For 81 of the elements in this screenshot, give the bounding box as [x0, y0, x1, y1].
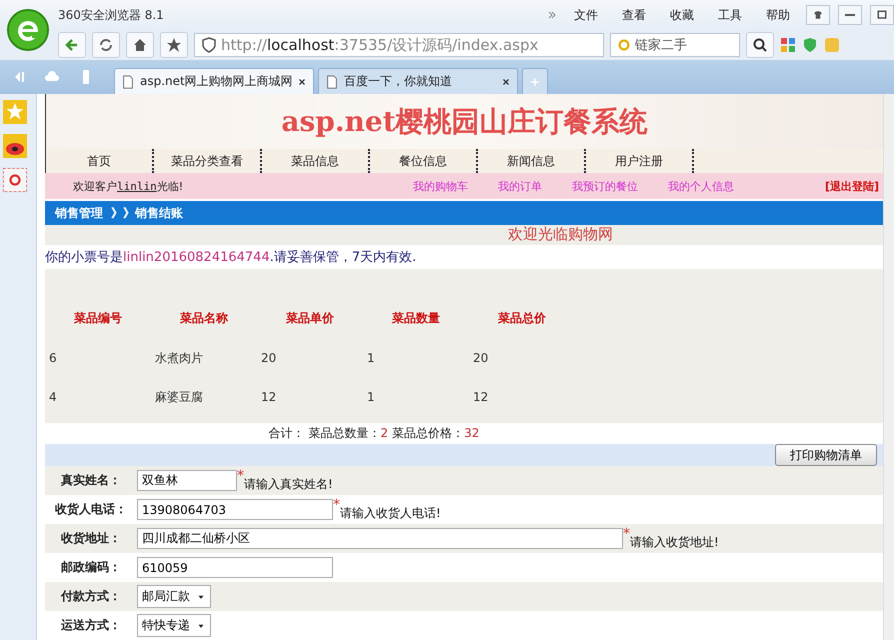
search-button[interactable] [746, 32, 774, 58]
summary-label: 合计： [268, 424, 305, 442]
column-header: 菜品总价 [497, 310, 547, 328]
print-button[interactable]: 打印购物清单 [775, 444, 877, 466]
required-mark: * [623, 526, 630, 542]
site-title: asp.net樱桃园山庄订餐系统 [281, 104, 648, 140]
field-hint: 请输入收货人电话! [340, 505, 441, 522]
dropdown[interactable]: 邮局汇款 [137, 585, 211, 608]
table-cell: 20 [473, 351, 488, 366]
skin-button[interactable] [806, 5, 830, 25]
field-hint: 请输入真实姓名! [244, 476, 333, 493]
refresh-icon [98, 37, 114, 53]
table-cell: 麻婆豆腐 [155, 390, 203, 404]
table-cell: 1 [367, 351, 375, 366]
column-header: 菜品名称 [179, 310, 229, 328]
required-mark: * [237, 468, 244, 484]
search-field[interactable]: 链家二手 [610, 33, 740, 57]
menu-item[interactable]: 帮助 [758, 6, 798, 24]
star-icon [166, 37, 182, 53]
table-cell: 12 [473, 390, 488, 404]
refresh-button[interactable] [92, 32, 120, 58]
favorite-button[interactable] [160, 32, 188, 58]
logout-link[interactable]: [退出登陆] [824, 178, 883, 194]
summary-text: 菜品总价格：32 [392, 424, 480, 442]
address-field[interactable]: http://localhost:37535/设计源码/index.aspx [194, 33, 604, 57]
browser-tab[interactable]: asp.net网上购物网上商城网 [114, 68, 314, 94]
table-cell: 12 [261, 390, 276, 404]
input-field[interactable]: 13908064703 [137, 499, 333, 520]
chevron-icon[interactable] [546, 9, 558, 21]
field-label: 收货人电话： [54, 501, 128, 518]
table-cell: 1 [367, 390, 375, 404]
required-mark: * [333, 497, 340, 513]
close-icon[interactable] [297, 76, 307, 86]
table-cell: 6 [49, 351, 57, 366]
url-text: http://localhost:37535/设计源码/index.aspx [221, 36, 538, 54]
menu-item[interactable]: 收藏 [662, 6, 702, 24]
shirt-icon [812, 9, 824, 21]
field-label: 收货地址： [60, 530, 122, 547]
input-field[interactable]: 四川成都二仙桥小区 [137, 528, 623, 549]
browser-tab[interactable]: 百度一下，你就知道 [318, 68, 518, 94]
home-button[interactable] [126, 32, 154, 58]
browser-logo [6, 8, 50, 52]
field-label: 付款方式： [60, 588, 122, 605]
table-cell: 20 [261, 351, 276, 366]
welcome-text: 欢迎客户linlin光临! [73, 178, 184, 194]
minimize-button[interactable] [838, 5, 862, 25]
maximize-button[interactable] [870, 5, 894, 25]
dropdown[interactable]: 特快专递 [137, 614, 211, 637]
page-heading: 欢迎光临购物网 [508, 225, 613, 244]
back-arrow-icon [64, 37, 80, 53]
back-button[interactable] [58, 32, 86, 58]
summary-text: 菜品总数量：2 [308, 424, 388, 442]
field-label: 运送方式： [60, 617, 122, 634]
breadcrumb-item: 》》销售结账 [111, 204, 183, 222]
breadcrumb-item: 销售管理 [55, 204, 103, 222]
close-icon[interactable] [501, 76, 511, 86]
menu-item[interactable]: 查看 [614, 6, 654, 24]
column-header: 菜品编号 [73, 310, 123, 328]
table-cell: 水煮肉片 [155, 350, 203, 365]
shield-icon [201, 37, 217, 53]
page-icon [121, 74, 135, 88]
table-cell: 4 [49, 390, 57, 404]
input-field[interactable]: 610059 [137, 557, 333, 578]
field-hint: 请输入收货地址! [630, 534, 719, 551]
scrollbar[interactable] [883, 94, 894, 640]
field-label: 真实姓名： [60, 472, 122, 489]
home-icon [132, 37, 148, 53]
ticket-notice: 你的小票号是linlin20160824164744.请妥善保管，7天内有效. [45, 248, 416, 266]
minimize-icon [845, 14, 855, 16]
menu-item[interactable]: 工具 [710, 6, 750, 24]
apps-icon[interactable] [780, 37, 796, 53]
search-icon [752, 37, 768, 53]
column-header: 菜品数量 [391, 310, 441, 328]
column-header: 菜品单价 [285, 310, 335, 328]
input-field[interactable]: 双鱼林 [137, 470, 237, 491]
app-title: 360安全浏览器 8.1 [58, 6, 164, 24]
menu-item[interactable]: 文件 [566, 6, 606, 24]
maximize-icon [876, 9, 888, 21]
search-engine-icon [617, 38, 631, 52]
field-label: 邮政编码： [60, 559, 122, 576]
page-icon [325, 74, 339, 88]
